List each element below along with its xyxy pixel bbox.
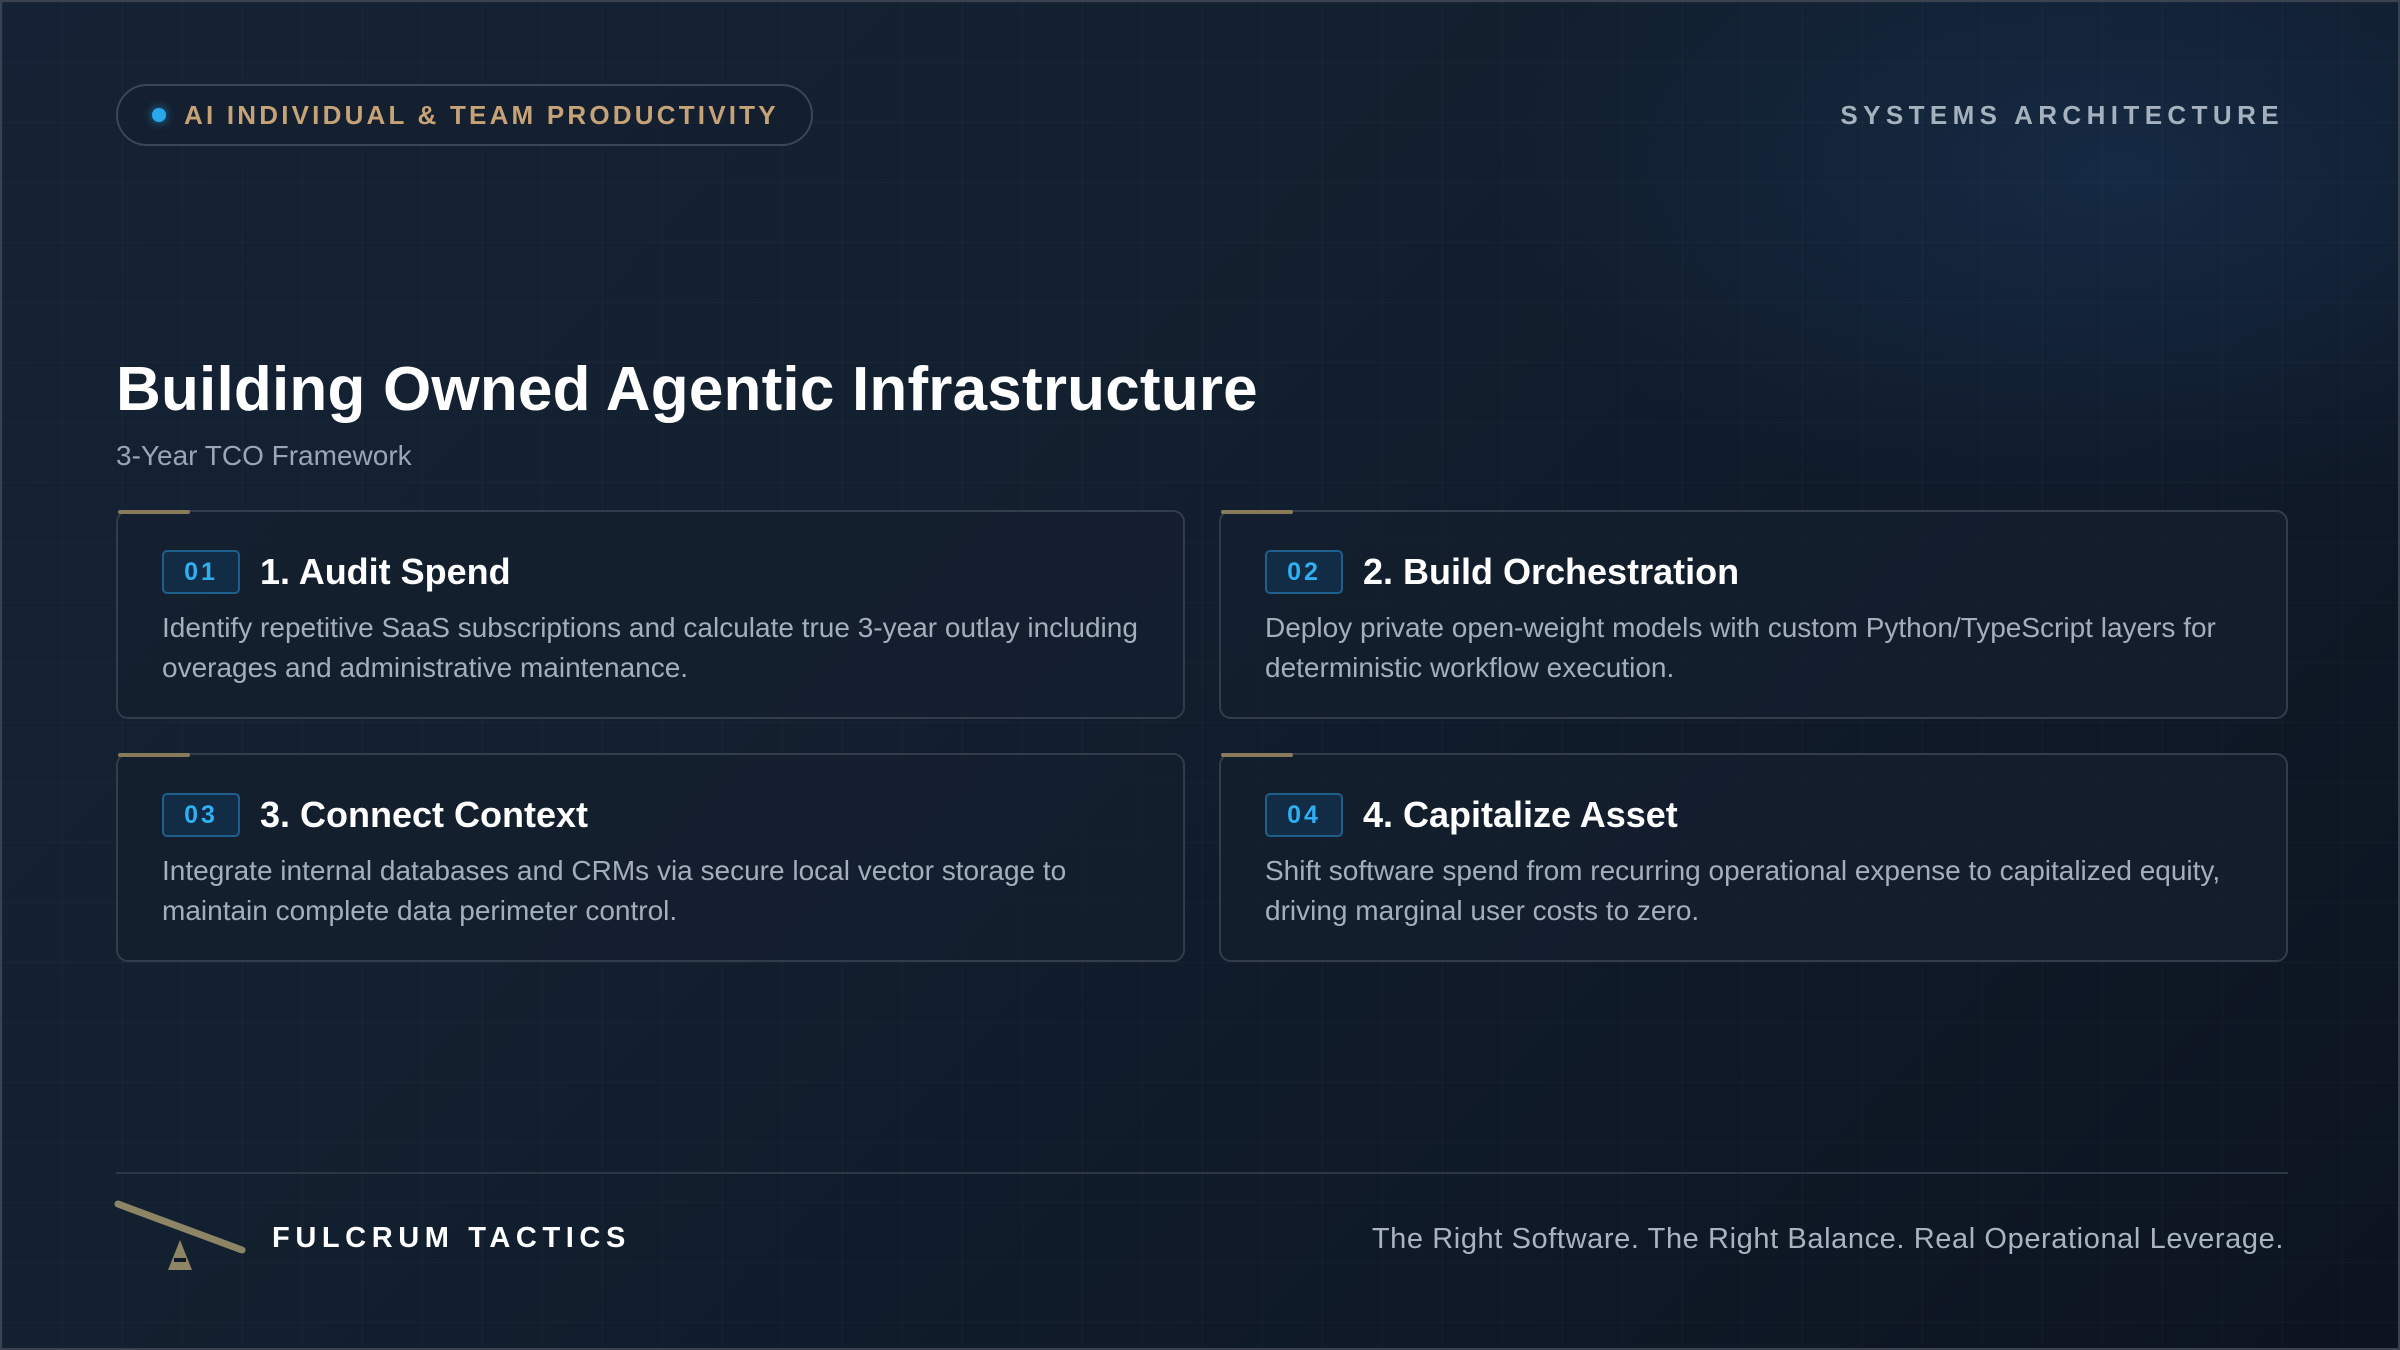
status-dot-icon bbox=[152, 108, 166, 122]
card-header: 01 1. Audit Spend bbox=[162, 548, 1139, 596]
step-card-audit: 01 1. Audit Spend Identify repetitive Sa… bbox=[116, 510, 1185, 719]
footer-divider bbox=[116, 1172, 2288, 1174]
card-description: Shift software spend from recurring oper… bbox=[1265, 855, 2221, 926]
step-number-badge: 01 bbox=[162, 550, 240, 594]
step-card-context: 03 3. Connect Context Integrate internal… bbox=[116, 753, 1185, 962]
card-accent-bar bbox=[1221, 753, 1293, 757]
section-label: SYSTEMS ARCHITECTURE bbox=[1840, 100, 2284, 130]
card-header: 02 2. Build Orchestration bbox=[1265, 548, 2242, 596]
category-label: AI INDIVIDUAL & TEAM PRODUCTIVITY bbox=[184, 99, 779, 130]
card-title: 1. Audit Spend bbox=[260, 551, 511, 592]
step-card-orchestration: 02 2. Build Orchestration Deploy private… bbox=[1219, 510, 2288, 719]
card-header: 03 3. Connect Context bbox=[162, 791, 1139, 839]
footer-tagline: The Right Software. The Right Balance. R… bbox=[1371, 1223, 2284, 1255]
card-description: Deploy private open-weight models with c… bbox=[1265, 612, 2216, 683]
brand-name: FULCRUM TACTICS bbox=[272, 1222, 631, 1254]
step-number-badge: 02 bbox=[1265, 550, 1343, 594]
card-header: 04 4. Capitalize Asset bbox=[1265, 791, 2242, 839]
card-description: Identify repetitive SaaS subscriptions a… bbox=[162, 612, 1138, 683]
card-accent-bar bbox=[118, 510, 190, 514]
seesaw-fulcrum-icon bbox=[114, 1200, 246, 1270]
step-card-capitalize: 04 4. Capitalize Asset Shift software sp… bbox=[1219, 753, 2288, 962]
category-pill: AI INDIVIDUAL & TEAM PRODUCTIVITY bbox=[116, 84, 813, 146]
step-number-badge: 04 bbox=[1265, 793, 1343, 837]
card-title: 2. Build Orchestration bbox=[1363, 551, 1740, 592]
step-cards: 01 1. Audit Spend Identify repetitive Sa… bbox=[116, 510, 2288, 962]
step-number-badge: 03 bbox=[162, 793, 240, 837]
card-accent-bar bbox=[1221, 510, 1293, 514]
card-title: 3. Connect Context bbox=[260, 794, 589, 835]
card-title: 4. Capitalize Asset bbox=[1363, 794, 1678, 835]
card-accent-bar bbox=[118, 753, 190, 757]
slide: AI INDIVIDUAL & TEAM PRODUCTIVITY SYSTEM… bbox=[0, 0, 2400, 1350]
card-description: Integrate internal databases and CRMs vi… bbox=[162, 855, 1067, 926]
page-subtitle: 3-Year TCO Framework bbox=[116, 440, 412, 471]
page-title: Building Owned Agentic Infrastructure bbox=[116, 355, 1258, 424]
